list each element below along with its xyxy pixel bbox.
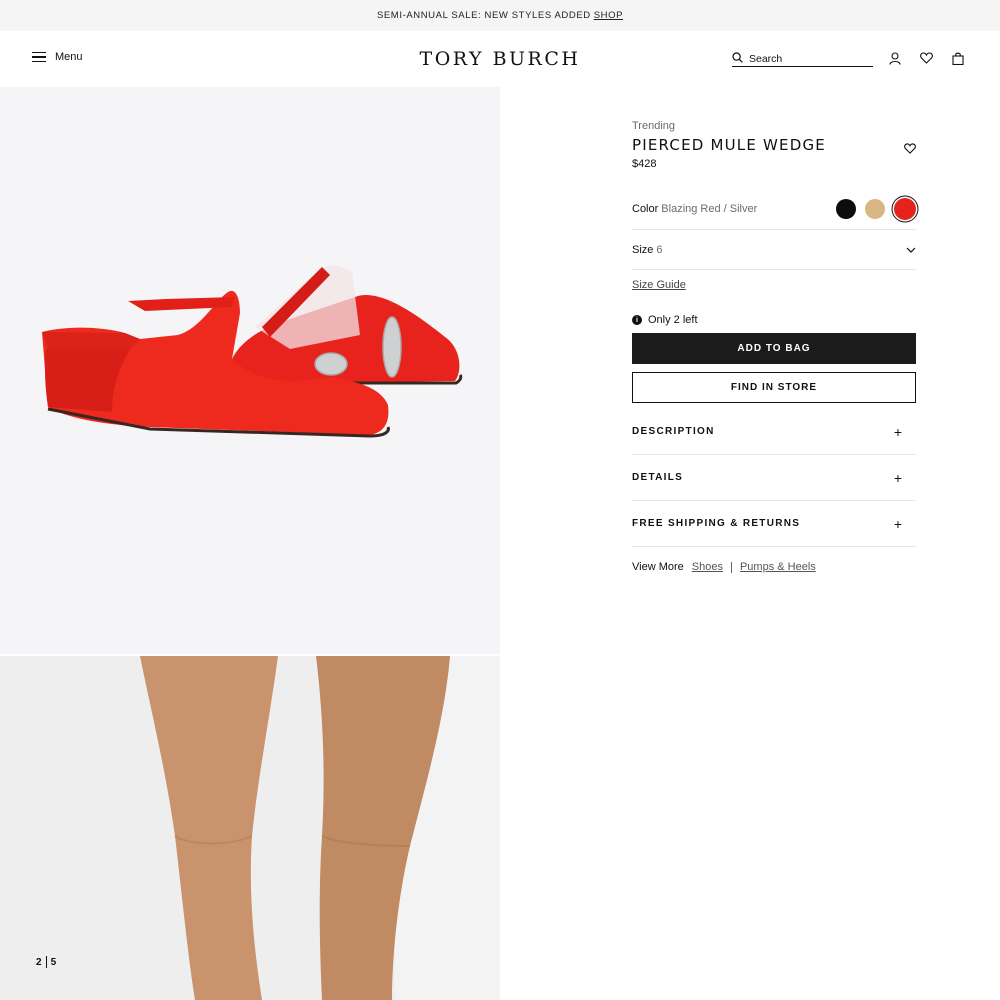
product-image-model[interactable]: 2 5 (0, 656, 500, 1000)
accordion-label: FREE SHIPPING & RETURNS (632, 518, 801, 529)
size-guide-link[interactable]: Size Guide (632, 279, 686, 291)
product-title: PIERCED MULE WEDGE (632, 136, 826, 154)
view-more-divider (730, 561, 732, 573)
gallery-current: 2 (36, 956, 42, 968)
product-price: $428 (632, 158, 657, 170)
size-value: 6 (656, 243, 663, 256)
stock-text: Only 2 left (648, 314, 698, 326)
swatch-tan[interactable] (865, 198, 885, 219)
shoe-illustration (42, 265, 463, 438)
product-image-main[interactable] (0, 87, 500, 654)
wishlist-icon[interactable] (919, 51, 933, 65)
accordion-description[interactable]: DESCRIPTION + (632, 409, 916, 455)
promo-text: SEMI-ANNUAL SALE: NEW STYLES ADDED (376, 10, 591, 21)
model-legs-illustration (0, 656, 500, 1000)
product-info-panel: Trending PIERCED MULE WEDGE $428 Color B… (632, 120, 916, 573)
bag-icon[interactable] (951, 51, 965, 65)
view-more-link-pumps-heels[interactable]: Pumps & Heels (740, 561, 816, 573)
accordion-details[interactable]: DETAILS + (632, 455, 916, 501)
swatch-red[interactable] (894, 197, 916, 220)
search-input[interactable]: Search (732, 51, 873, 67)
accordion-shipping-returns[interactable]: FREE SHIPPING & RETURNS + (632, 501, 916, 547)
color-swatches (836, 197, 916, 220)
plus-icon: + (893, 423, 902, 440)
accordion-list: DESCRIPTION + DETAILS + FREE SHIPPING & … (632, 409, 916, 547)
accordion-label: DETAILS (632, 472, 684, 483)
add-to-bag-button[interactable]: ADD TO BAG (632, 333, 916, 364)
accordion-label: DESCRIPTION (632, 426, 715, 437)
gallery-counter: 2 5 (36, 956, 56, 968)
search-placeholder: Search (749, 52, 783, 65)
gallery-total: 5 (50, 956, 57, 968)
view-more: View More Shoes Pumps & Heels (632, 561, 916, 573)
product-tag: Trending (632, 120, 676, 132)
info-icon: i (632, 315, 642, 325)
view-more-link-shoes[interactable]: Shoes (692, 561, 723, 573)
swatch-black[interactable] (836, 198, 856, 219)
promo-banner: SEMI-ANNUAL SALE: NEW STYLES ADDED SHOP (0, 0, 1000, 31)
size-label: Size (632, 243, 654, 256)
add-to-wishlist-icon[interactable] (904, 141, 916, 159)
chevron-down-icon (906, 244, 916, 256)
size-dropdown[interactable]: Size 6 (632, 230, 916, 270)
account-icon[interactable] (888, 51, 902, 65)
color-label: Color (632, 202, 659, 215)
counter-divider (45, 956, 47, 968)
site-header: Menu TORY BURCH Search (0, 31, 1000, 87)
search-icon (732, 51, 743, 66)
color-selector: Color Blazing Red / Silver (632, 188, 916, 230)
view-more-label: View More (632, 561, 684, 573)
stock-notice: i Only 2 left (632, 314, 916, 326)
plus-icon: + (893, 515, 902, 532)
color-value: Blazing Red / Silver (661, 202, 758, 215)
find-in-store-button[interactable]: FIND IN STORE (632, 372, 916, 403)
promo-shop-link[interactable]: SHOP (594, 10, 623, 21)
plus-icon: + (893, 469, 902, 486)
